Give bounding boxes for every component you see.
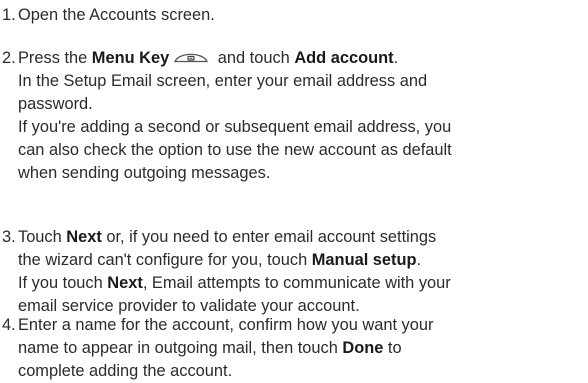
text-run: name to appear in outgoing mail, then to… bbox=[18, 339, 343, 357]
done-term: Done bbox=[342, 339, 384, 357]
text-run: Touch bbox=[18, 228, 67, 246]
step-2: 2. Press the Menu Key and touch Add acco… bbox=[2, 47, 586, 185]
manual-setup-term: Manual setup bbox=[311, 251, 417, 269]
next-term: Next bbox=[107, 274, 143, 292]
step-number: 3. bbox=[2, 228, 16, 246]
step-4: 4. Enter a name for the account, confirm… bbox=[2, 314, 586, 383]
step-text: complete adding the account. bbox=[18, 362, 233, 380]
step-line: 1. Open the Accounts screen. bbox=[2, 4, 586, 27]
menu-key-icon bbox=[174, 53, 209, 62]
step-text: password. bbox=[18, 95, 93, 113]
step-number: 4. bbox=[2, 316, 16, 334]
text-run: or, if you need to enter email account s… bbox=[101, 228, 437, 246]
step-text: If you touch Next, Email attempts to com… bbox=[2, 272, 586, 295]
step-text: when sending outgoing messages. bbox=[18, 164, 271, 182]
step-number: 2. bbox=[2, 49, 16, 67]
menu-key-term: Menu Key bbox=[91, 49, 170, 67]
step-text: name to appear in outgoing mail, then to… bbox=[2, 337, 586, 360]
text-run: the wizard can't configure for you, touc… bbox=[18, 251, 312, 269]
step-text: If you're adding a second or subsequent … bbox=[18, 118, 452, 136]
text-run: to bbox=[383, 339, 402, 357]
text-run: Press the bbox=[18, 49, 92, 67]
step-text: Press the Menu Key and touch Add account… bbox=[18, 47, 398, 70]
text-run: . bbox=[416, 251, 422, 269]
step-text: the wizard can't configure for you, touc… bbox=[2, 249, 586, 272]
step-text: Open the Accounts screen. bbox=[18, 6, 215, 24]
step-text: In the Setup Email screen, enter your em… bbox=[18, 72, 428, 90]
step-text: Touch Next or, if you need to enter emai… bbox=[18, 226, 436, 249]
text-run: and touch bbox=[213, 49, 295, 67]
step-text: can also check the option to use the new… bbox=[18, 141, 452, 159]
text-run: . bbox=[393, 49, 399, 67]
text-run: , Email attempts to communicate with you… bbox=[142, 274, 451, 292]
step-line: 4. Enter a name for the account, confirm… bbox=[2, 314, 586, 337]
instruction-page: 1. Open the Accounts screen. 2. Press th… bbox=[0, 0, 588, 381]
step-1: 1. Open the Accounts screen. bbox=[2, 4, 586, 27]
text-run: If you touch bbox=[18, 274, 108, 292]
step-line: 3. Touch Next or, if you need to enter e… bbox=[2, 226, 586, 249]
step-3: 3. Touch Next or, if you need to enter e… bbox=[2, 226, 586, 318]
step-line: 2. Press the Menu Key and touch Add acco… bbox=[2, 47, 586, 70]
step-text: Enter a name for the account, confirm ho… bbox=[18, 316, 434, 334]
next-term: Next bbox=[66, 228, 102, 246]
add-account-term: Add account bbox=[294, 49, 394, 67]
step-number: 1. bbox=[2, 6, 16, 24]
